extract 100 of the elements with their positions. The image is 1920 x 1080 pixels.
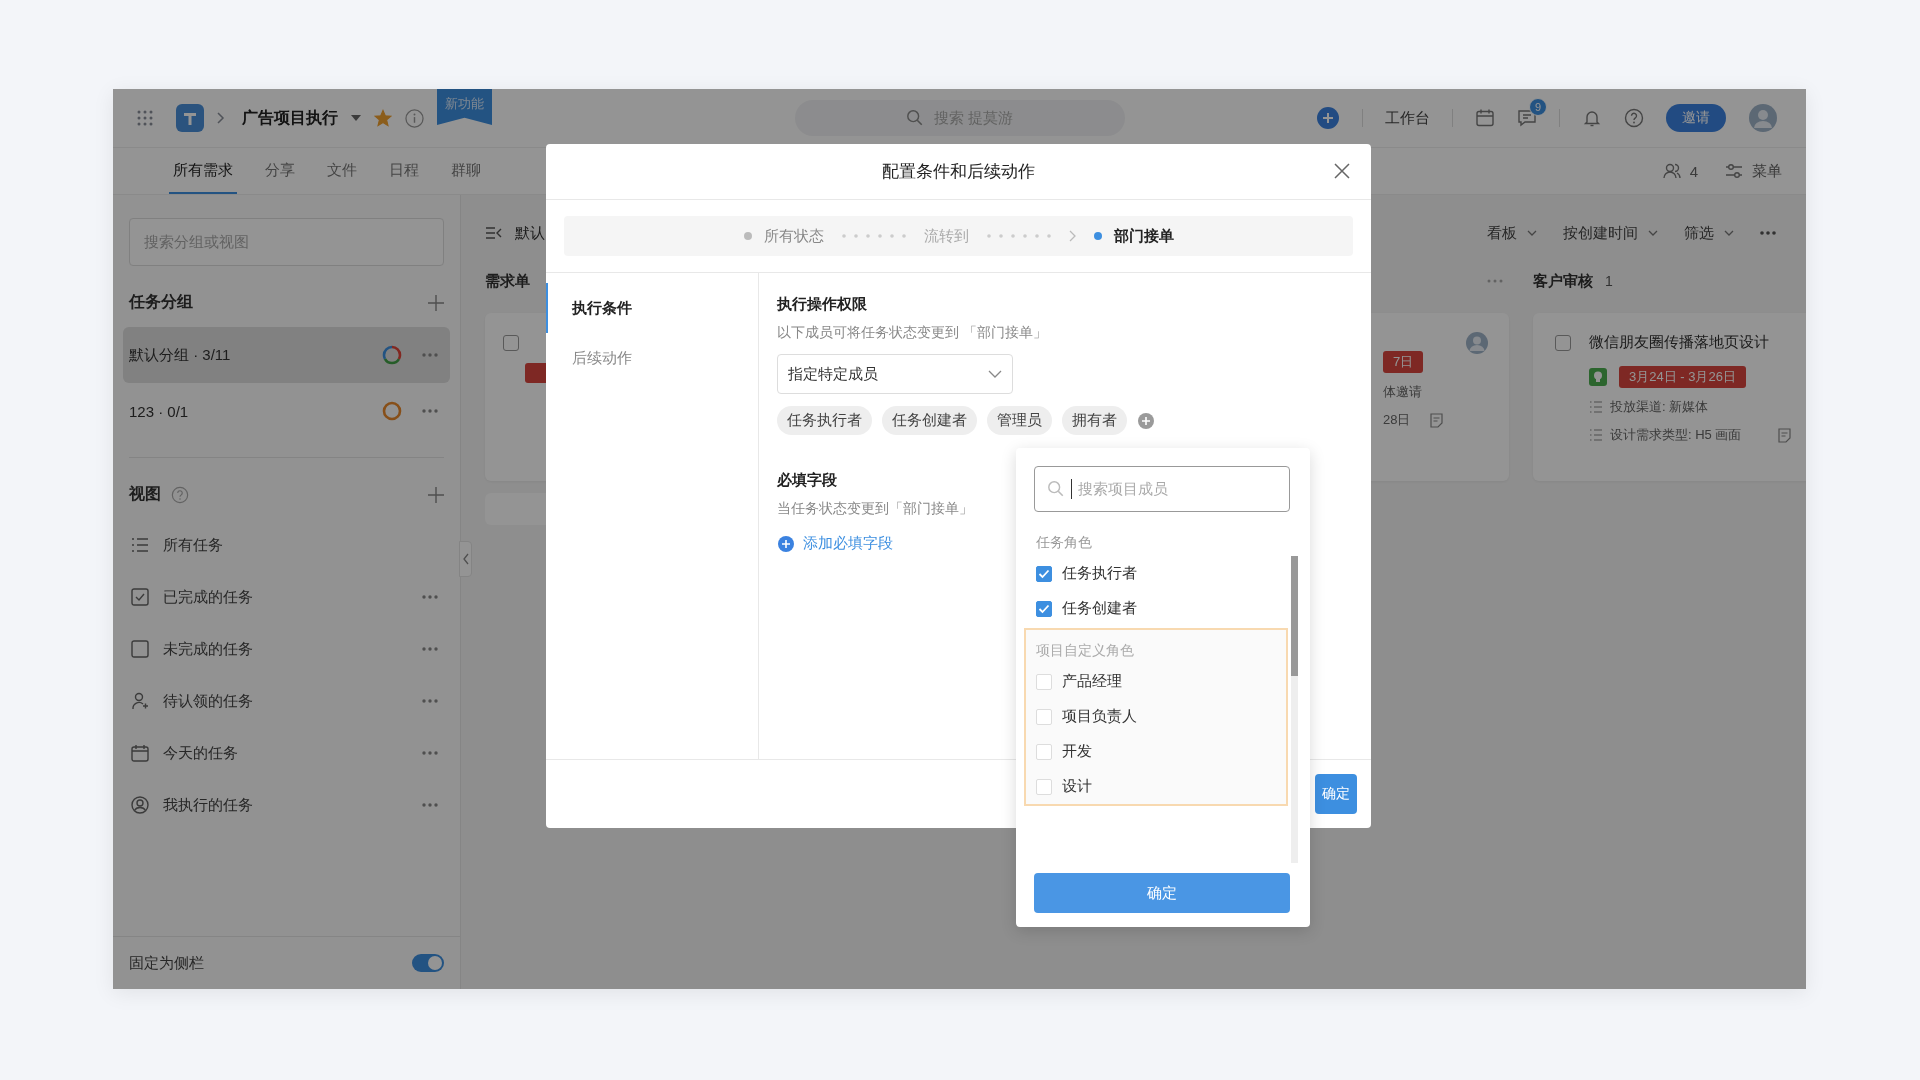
step: 流转到 <box>923 226 969 246</box>
menu-link[interactable]: 菜单 <box>1752 161 1782 181</box>
avatar-icon[interactable] <box>1748 103 1778 133</box>
person-add-icon <box>131 692 149 710</box>
calendar-icon <box>131 744 149 762</box>
add-icon[interactable] <box>1137 411 1155 430</box>
user-circle-icon <box>131 796 149 814</box>
nav-item[interactable]: 后续动作 <box>546 333 758 383</box>
column-title: 客户审核 <box>1533 271 1593 291</box>
add-required-field-link[interactable]: 添加必填字段 <box>803 534 893 553</box>
group-item[interactable]: 123 · 0/1 <box>123 383 450 439</box>
nav-item[interactable]: 执行条件 <box>546 283 758 333</box>
toolbar-dropdown[interactable]: 按创建时间 <box>1563 223 1658 243</box>
star-icon[interactable] <box>374 109 392 127</box>
date-tag: 3月24日 - 3月26日 <box>1619 366 1746 388</box>
collapse-menu-icon[interactable] <box>485 226 503 240</box>
lightbulb-icon <box>1589 368 1607 386</box>
dialog-title: 配置条件和后续动作 <box>882 161 1035 183</box>
checkbox-icon <box>131 640 149 658</box>
view-item[interactable]: 所有任务 <box>131 519 444 571</box>
more-icon[interactable] <box>422 699 438 703</box>
more-icon[interactable] <box>422 353 438 357</box>
task-card[interactable]: 微信朋友圈传播落地页设计 3月24日 - 3月26日 投放渠道: 新媒体 设计需求类型: H5 画面 <box>1533 313 1806 481</box>
help-icon[interactable] <box>1624 108 1644 128</box>
task-checkbox[interactable] <box>503 335 519 351</box>
chat-icon[interactable] <box>1517 108 1537 128</box>
tab[interactable]: 分享 <box>261 148 299 194</box>
list-icon <box>131 536 149 554</box>
field-list-icon <box>1589 429 1602 441</box>
chevron-down-icon <box>1527 230 1537 236</box>
role-checkbox[interactable] <box>1036 565 1052 582</box>
more-icon[interactable] <box>1487 279 1503 283</box>
role-option[interactable]: 任务执行者 <box>1036 556 1276 591</box>
more-icon[interactable] <box>422 751 438 755</box>
more-icon[interactable] <box>422 647 438 651</box>
apps-grid-icon[interactable] <box>137 110 153 126</box>
confirm-button[interactable]: 确定 <box>1315 774 1357 814</box>
scrollbar[interactable] <box>1291 556 1298 863</box>
role-option[interactable]: 产品经理 <box>1036 664 1276 699</box>
role-option[interactable]: 项目负责人 <box>1036 699 1276 734</box>
info-icon[interactable] <box>405 108 424 128</box>
card-field: 投放渠道: 新媒体 <box>1610 398 1770 416</box>
tab[interactable]: 日程 <box>385 148 423 194</box>
tab[interactable]: 文件 <box>323 148 361 194</box>
close-icon[interactable] <box>1333 162 1351 180</box>
progress-ring-icon <box>382 345 402 365</box>
pin-sidebar-label: 固定为侧栏 <box>129 953 204 973</box>
chevron-right-icon <box>1068 230 1076 242</box>
section-title: 必填字段 <box>777 471 837 490</box>
help-icon[interactable] <box>171 485 189 504</box>
workbench-link[interactable]: 工作台 <box>1385 108 1430 128</box>
chevron-down-icon <box>988 370 1002 378</box>
role-option[interactable]: 任务创建者 <box>1036 591 1276 626</box>
chevron-down-icon <box>1648 230 1658 236</box>
members-icon[interactable] <box>1661 161 1682 181</box>
role-checkbox[interactable] <box>1036 600 1052 617</box>
toolbar-dropdown[interactable]: 看板 <box>1487 223 1537 243</box>
progress-ring-icon <box>382 401 402 421</box>
section-description: 以下成员可将任务状态变更到 「部门接单」 <box>777 324 1047 342</box>
add-icon[interactable] <box>1316 106 1340 130</box>
view-item[interactable]: 已完成的任务 <box>131 571 444 623</box>
member-select[interactable]: 指定特定成员 <box>777 354 1013 394</box>
more-icon[interactable] <box>1760 231 1776 235</box>
more-icon[interactable] <box>422 803 438 807</box>
bell-icon[interactable] <box>1582 108 1602 128</box>
more-icon[interactable] <box>422 409 438 413</box>
chevron-right-icon <box>217 112 225 124</box>
view-item[interactable]: 未完成的任务 <box>131 623 444 675</box>
group-item[interactable]: 默认分组 · 3/11 <box>123 327 450 383</box>
project-title[interactable]: 广告项目执行 <box>242 107 338 129</box>
role-option[interactable]: 开发 <box>1036 734 1276 769</box>
add-icon[interactable] <box>428 294 444 311</box>
more-icon[interactable] <box>422 595 438 599</box>
view-item[interactable]: 待认领的任务 <box>131 675 444 727</box>
toolbar-dropdown[interactable]: 筛选 <box>1684 223 1734 243</box>
tab[interactable]: 群聊 <box>447 148 485 194</box>
section-description: 当任务状态变更到「部门接单」 <box>777 500 973 518</box>
field-list-icon <box>1589 401 1602 413</box>
add-icon[interactable] <box>428 486 444 503</box>
view-item[interactable]: 我执行的任务 <box>131 779 444 831</box>
invite-button[interactable]: 邀请 <box>1666 104 1726 132</box>
collapse-handle[interactable] <box>459 541 472 577</box>
caret-down-icon[interactable] <box>351 115 361 121</box>
card-field: 体邀请 <box>1383 383 1489 401</box>
chevron-down-icon <box>1724 230 1734 236</box>
task-title: 微信朋友圈传播落地页设计 <box>1589 333 1769 352</box>
add-icon[interactable] <box>777 534 795 553</box>
member-count[interactable]: 4 <box>1689 162 1698 180</box>
message-count-badge: 9 <box>1529 98 1547 116</box>
note-icon <box>1430 412 1444 428</box>
app-logo-icon[interactable] <box>176 104 204 132</box>
confirm-button[interactable]: 确定 <box>1034 873 1290 913</box>
pin-sidebar-toggle[interactable] <box>412 954 444 972</box>
view-item[interactable]: 今天的任务 <box>131 727 444 779</box>
task-checkbox[interactable] <box>1555 334 1571 351</box>
role-tag: 任务创建者 <box>882 406 977 435</box>
calendar-icon[interactable] <box>1475 108 1495 128</box>
role-option[interactable]: 设计 <box>1036 769 1276 804</box>
sliders-icon[interactable] <box>1724 161 1744 181</box>
step: 所有状态 <box>743 226 824 246</box>
